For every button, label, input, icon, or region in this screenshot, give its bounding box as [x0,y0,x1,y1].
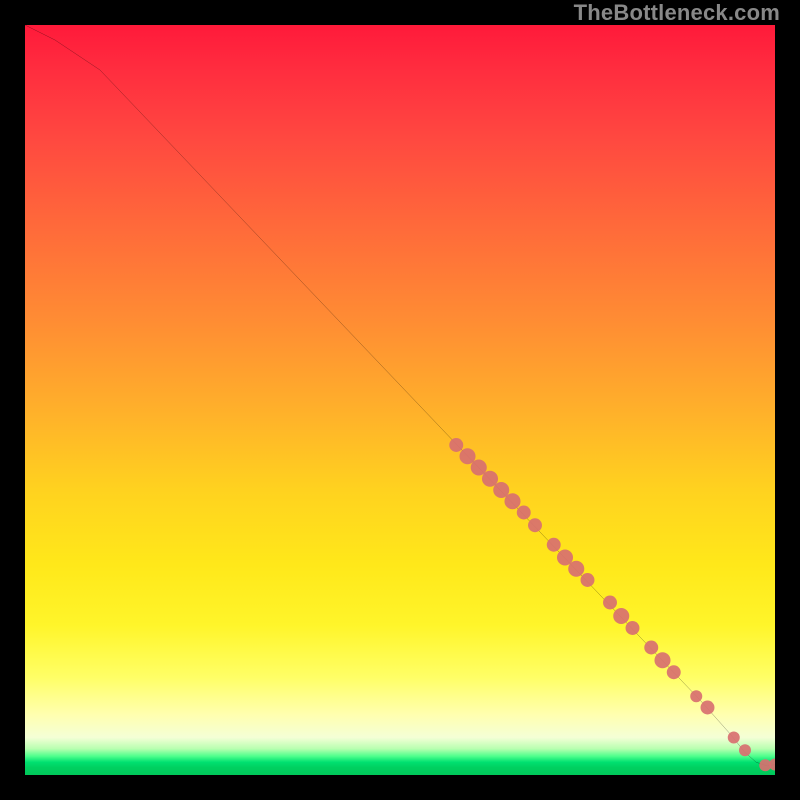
highlight-marker [568,561,584,577]
highlight-marker [626,621,640,635]
highlight-marker [613,608,629,624]
chart-frame: TheBottleneck.com [0,0,800,800]
highlight-marker [690,690,702,702]
highlight-marker [739,744,751,756]
highlight-marker [547,538,561,552]
highlight-marker [449,438,463,452]
chart-overlay [25,25,775,775]
highlight-marker [603,596,617,610]
highlight-marker [701,701,715,715]
highlight-marker [517,506,531,520]
highlight-marker [644,641,658,655]
highlight-marker [654,652,670,668]
highlight-marker [728,732,740,744]
highlight-marker [667,665,681,679]
watermark-text: TheBottleneck.com [574,0,780,26]
highlight-marker-group [449,438,775,771]
highlight-marker [581,573,595,587]
highlight-marker [504,493,520,509]
highlight-marker [528,518,542,532]
plot-area [25,25,775,775]
